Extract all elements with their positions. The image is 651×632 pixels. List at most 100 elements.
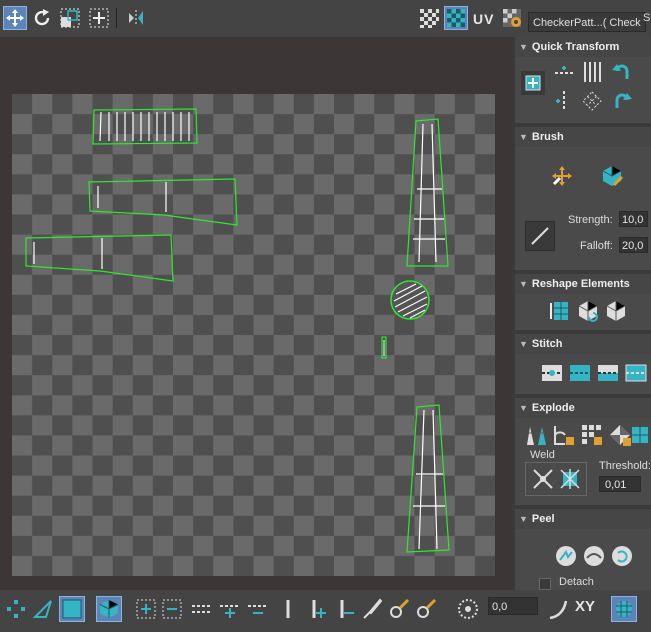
brush-header[interactable]: ▼ Brush (515, 127, 651, 147)
rotation-angle-field[interactable]: 0,0 (488, 597, 538, 615)
grid-snap-button[interactable] (611, 596, 637, 622)
xy-coordinate-toggle[interactable]: XY (575, 598, 595, 615)
rotate-ccw-90-button[interactable] (609, 59, 635, 85)
mirror-button[interactable] (124, 6, 148, 30)
uv-shell-circle-cap[interactable] (390, 280, 430, 320)
loop-grow-button[interactable] (218, 597, 242, 621)
mirror-icon (129, 10, 143, 26)
stitch-average-button[interactable] (595, 360, 621, 386)
paint-grow-button[interactable] (387, 597, 411, 621)
ring-icon (286, 600, 290, 618)
break-smoothing-icon (554, 426, 574, 445)
element-mode-icon (99, 600, 119, 618)
reset-peel-button[interactable] (609, 543, 635, 569)
quick-transform-header[interactable]: ▼ Quick Transform (515, 37, 651, 57)
vertex-mode-button[interactable] (4, 597, 28, 621)
snap-angle-button[interactable] (546, 597, 570, 621)
weld-selected-button[interactable] (530, 466, 556, 492)
texture-dropdown[interactable]: CheckerPatt...( Check (528, 12, 646, 32)
rotate-cw-90-button[interactable] (609, 88, 635, 114)
falloff-curve-button[interactable] (525, 221, 555, 251)
paint-select-button[interactable] (360, 597, 384, 621)
loop-shrink-icon (248, 605, 268, 614)
grow-selection-button[interactable] (134, 597, 158, 621)
space-evenly-button[interactable] (579, 88, 605, 114)
brush-icon (363, 598, 383, 619)
show-grid-button[interactable] (417, 6, 441, 30)
uv-mode-label[interactable]: UV (473, 11, 494, 27)
align-left-button[interactable] (551, 88, 577, 114)
break-by-smoothing-button[interactable] (551, 422, 577, 448)
align-horizontal-button[interactable] (551, 59, 577, 85)
paint-shrink-icon (417, 598, 437, 618)
stitch-to-target-button[interactable] (567, 360, 593, 386)
reshape-elements-rollout: ▼ Reshape Elements (515, 274, 651, 330)
stitch-custom-button[interactable] (539, 360, 565, 386)
stitch-header[interactable]: ▼ Stitch (515, 334, 651, 354)
ring-shrink-button[interactable] (334, 597, 358, 621)
ring-selection-button[interactable] (278, 597, 298, 621)
freeform-button[interactable] (87, 6, 111, 30)
weld-selected-icon (533, 469, 553, 489)
edge-mode-button[interactable] (31, 597, 55, 621)
ring-shrink-icon (340, 600, 354, 618)
brush-rollout: ▼ Brush Strength: 10,0 Falloff: 20,0 (515, 127, 651, 270)
checker-settings-button[interactable] (500, 6, 524, 30)
weld-all-button[interactable] (557, 466, 583, 492)
quick-peel-button[interactable] (553, 543, 579, 569)
align-vertical-button[interactable] (579, 59, 605, 85)
detach-checkbox[interactable] (539, 578, 551, 590)
settings-icon (503, 9, 521, 27)
rotate-ccw-icon (612, 64, 629, 79)
vertex-mode-icon (7, 600, 25, 618)
relax-button[interactable] (575, 298, 601, 324)
relax-brush-icon (602, 166, 624, 187)
stitch-average-icon (598, 365, 618, 381)
break-by-material-button[interactable] (579, 422, 605, 448)
relax-icon (578, 301, 598, 322)
align-to-center-button[interactable] (521, 71, 545, 95)
peel-header[interactable]: ▼ Peel (515, 509, 651, 529)
paint-shrink-button[interactable] (414, 597, 438, 621)
panel-tab-label[interactable]: S (643, 12, 650, 24)
space-grid-icon (582, 91, 602, 111)
strength-field[interactable]: 10,0 (619, 211, 648, 227)
relax-settings-button[interactable] (603, 298, 629, 324)
scale-button[interactable] (58, 6, 82, 30)
peel-icon (556, 546, 576, 566)
stitch-custom-icon (542, 365, 562, 381)
falloff-curve-icon (531, 227, 549, 245)
polygon-mode-button[interactable] (59, 596, 85, 622)
loop-icon (192, 605, 212, 613)
show-grid-icon (420, 9, 439, 28)
element-mode-button[interactable] (96, 596, 122, 622)
align-horizontal-icon (555, 66, 573, 74)
falloff-field[interactable]: 20,0 (619, 237, 648, 253)
straighten-selection-button[interactable] (547, 298, 573, 324)
paint-move-button[interactable] (549, 163, 575, 189)
uv-checker-grid[interactable] (12, 94, 495, 576)
explode-header[interactable]: ▼ Explode (515, 398, 651, 418)
break-by-polygroups-button[interactable] (523, 422, 549, 448)
move-button[interactable] (3, 6, 27, 30)
ring-grow-icon (312, 600, 326, 618)
shrink-selection-button[interactable] (160, 597, 184, 621)
ring-grow-button[interactable] (306, 597, 330, 621)
loop-selection-button[interactable] (190, 597, 214, 621)
threshold-field[interactable]: 0,01 (599, 476, 641, 492)
rotate-cw-icon (615, 93, 632, 108)
quick-transform-rollout: ▼ Quick Transform (515, 37, 651, 123)
relax-brush-button[interactable] (599, 163, 625, 189)
stitch-to-source-button[interactable] (623, 360, 649, 386)
strength-label: Strength: (568, 214, 613, 226)
peel-mode-button[interactable] (581, 543, 607, 569)
rotate-button[interactable] (30, 6, 54, 30)
flatten-by-polygon-button[interactable] (627, 422, 651, 448)
loop-shrink-button[interactable] (246, 597, 270, 621)
show-checker-icon (447, 9, 465, 27)
reshape-elements-header[interactable]: ▼ Reshape Elements (515, 274, 651, 294)
uv-editor-viewport[interactable] (0, 37, 512, 590)
soft-selection-button[interactable] (456, 597, 480, 621)
top-toolbar: UV CheckerPatt...( Check S (0, 0, 651, 37)
show-checker-button[interactable] (444, 6, 468, 30)
